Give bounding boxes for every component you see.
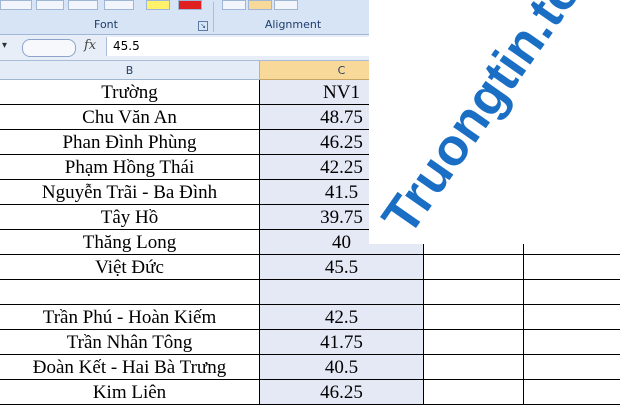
table-row: Trần Phú - Hoàn Kiếm 42.5 [0,305,620,330]
insert-function-icon[interactable]: fx [84,38,96,53]
cell-school[interactable]: Kim Liên [0,380,260,405]
table-row: Đoàn Kết - Hai Bà Trưng 40.5 [0,355,620,380]
cell-school[interactable]: Trần Nhân Tông [0,330,260,355]
cell-empty[interactable] [524,380,620,405]
cell-nv1[interactable]: 45.5 [260,255,424,280]
cell-empty[interactable] [424,255,524,280]
formula-bar-resize-handle[interactable] [22,39,76,57]
cell-empty[interactable] [424,355,524,380]
cell-empty[interactable] [424,280,524,305]
watermark-graphic: Truongtin.top [371,0,611,244]
cell-school[interactable]: Trường [0,80,260,105]
name-box-dropdown-icon[interactable]: ▾ [2,40,7,51]
cell-school[interactable]: Việt Đức [0,255,260,280]
cell-school[interactable]: Phạm Hồng Thái [0,155,260,180]
cell-nv1[interactable]: 40.5 [260,355,424,380]
cell-empty[interactable] [524,280,620,305]
cell-school[interactable]: Chu Văn An [0,105,260,130]
cell-empty[interactable] [524,355,620,380]
table-row: Việt Đức 45.5 [0,255,620,280]
cell-school[interactable] [0,280,260,305]
watermark-text: Truongtin.top [371,0,611,244]
font-dialog-launcher-icon[interactable]: ↘ [198,21,208,31]
cell-nv1[interactable]: 41.75 [260,330,424,355]
cell-school[interactable]: Trần Phú - Hoàn Kiếm [0,305,260,330]
cell-nv1[interactable] [260,280,424,305]
cell-empty[interactable] [524,330,620,355]
cell-empty[interactable] [524,255,620,280]
cell-empty[interactable] [524,305,620,330]
cell-empty[interactable] [424,380,524,405]
cell-school[interactable]: Đoàn Kết - Hai Bà Trưng [0,355,260,380]
cell-school[interactable]: Phan Đình Phùng [0,130,260,155]
ribbon-group-font: Font ↘ [0,0,212,34]
cell-nv1[interactable]: 46.25 [260,380,424,405]
cell-school[interactable]: Thăng Long [0,230,260,255]
ribbon-group-alignment-label: Alignment [264,18,322,31]
table-row: Trần Nhân Tông 41.75 [0,330,620,355]
cell-empty[interactable] [424,305,524,330]
cell-school[interactable]: Tây Hồ [0,205,260,230]
ribbon-group-font-label: Font [94,18,118,31]
ribbon-group-alignment: Alignment [216,0,370,34]
table-row: Kim Liên 46.25 [0,380,620,405]
cell-empty[interactable] [424,330,524,355]
cell-nv1[interactable]: 42.5 [260,305,424,330]
column-header-b[interactable]: B [0,61,260,80]
cell-school[interactable]: Nguyễn Trãi - Ba Đình [0,180,260,205]
table-row [0,280,620,305]
watermark: Truongtin.top [369,0,620,244]
ribbon-separator [213,2,214,32]
